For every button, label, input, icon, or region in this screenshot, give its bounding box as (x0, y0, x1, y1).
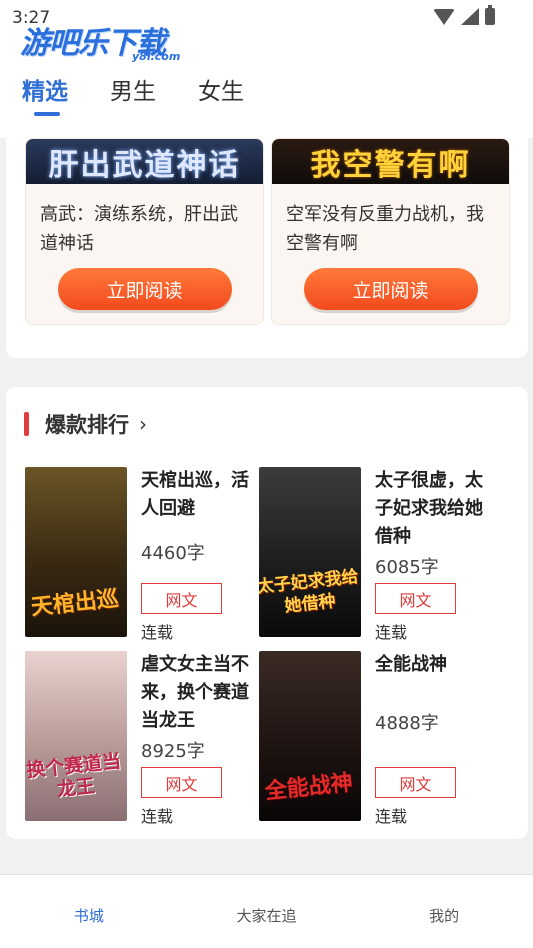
featured-book-title: 高武：演练系统，肝出武道神话 (40, 204, 238, 254)
word-count: 4460字 (141, 543, 205, 564)
app-header: 3:27 游吧乐下载 y8l.com 精选 男生 女生 (0, 0, 533, 138)
nav-trending[interactable]: 大家在追 (178, 875, 356, 948)
word-count: 6085字 (375, 557, 439, 578)
tab-female[interactable]: 女生 (198, 72, 244, 106)
genre-tag: 网文 (375, 583, 456, 614)
featured-book-card[interactable]: 我空警有啊 空军没有反重力战机，我空警有啊 立即阅读 (271, 138, 510, 325)
serial-status: 连载 (375, 807, 408, 826)
wifi-icon (433, 8, 455, 25)
bottom-navigation: 书城 大家在追 我的 (0, 874, 533, 948)
section-marker (24, 412, 29, 436)
book-item[interactable]: 换个赛道当龙王 虐文女主当不来，换个赛道当龙王 8925字 网文 连载 (25, 651, 265, 826)
featured-book-title: 空军没有反重力战机，我空警有啊 (286, 204, 484, 254)
signal-icon (461, 8, 479, 25)
serial-status: 连载 (375, 623, 408, 642)
nav-bookstore[interactable]: 书城 (0, 875, 178, 948)
ranking-header[interactable]: 爆款排行 › (24, 409, 147, 439)
active-tab-indicator (34, 112, 60, 116)
serial-status: 连载 (141, 623, 174, 642)
status-icons (433, 5, 495, 25)
book-cover: 天棺出巡 (25, 467, 127, 637)
featured-cover: 我空警有啊 (272, 139, 509, 184)
chevron-right-icon: › (139, 412, 147, 436)
genre-tag: 网文 (141, 767, 222, 798)
book-item[interactable]: 天棺出巡 天棺出巡，活人回避 4460字 网文 连载 (25, 467, 265, 642)
book-cover: 换个赛道当龙王 (25, 651, 127, 821)
genre-tag: 网文 (375, 767, 456, 798)
book-title: 太子很虚，太子妃求我给她借种 (375, 470, 483, 547)
ranking-title: 爆款排行 (45, 413, 129, 437)
word-count: 4888字 (375, 713, 439, 734)
battery-icon (485, 5, 495, 25)
book-item[interactable]: 全能战神 全能战神 4888字 网文 连载 (259, 651, 499, 826)
featured-section: 肝出武道神话 高武：演练系统，肝出武道神话 立即阅读 我空警有啊 空军没有反重力… (6, 138, 528, 358)
book-title: 虐文女主当不来，换个赛道当龙王 (141, 654, 249, 731)
featured-cover: 肝出武道神话 (26, 139, 263, 184)
book-cover: 全能战神 (259, 651, 361, 821)
book-item[interactable]: 太子妃求我给她借种 太子很虚，太子妃求我给她借种 6085字 网文 连载 (259, 467, 499, 642)
serial-status: 连载 (141, 807, 174, 826)
genre-tag: 网文 (141, 583, 222, 614)
featured-book-card[interactable]: 肝出武道神话 高武：演练系统，肝出武道神话 立即阅读 (25, 138, 264, 325)
book-cover: 太子妃求我给她借种 (259, 467, 361, 637)
book-title: 天棺出巡，活人回避 (141, 470, 249, 519)
tab-male[interactable]: 男生 (110, 72, 156, 106)
nav-mine[interactable]: 我的 (355, 875, 533, 948)
tab-featured[interactable]: 精选 (22, 72, 68, 116)
ranking-section: 爆款排行 › 天棺出巡 天棺出巡，活人回避 4460字 网文 连载 太子妃求我给… (6, 387, 528, 839)
word-count: 8925字 (141, 741, 205, 762)
category-tabs: 精选 男生 女生 (22, 72, 244, 116)
book-title: 全能战神 (375, 654, 447, 675)
read-now-button[interactable]: 立即阅读 (57, 268, 232, 310)
logo: 游吧乐下载 y8l.com (20, 26, 181, 63)
read-now-button[interactable]: 立即阅读 (303, 268, 478, 310)
